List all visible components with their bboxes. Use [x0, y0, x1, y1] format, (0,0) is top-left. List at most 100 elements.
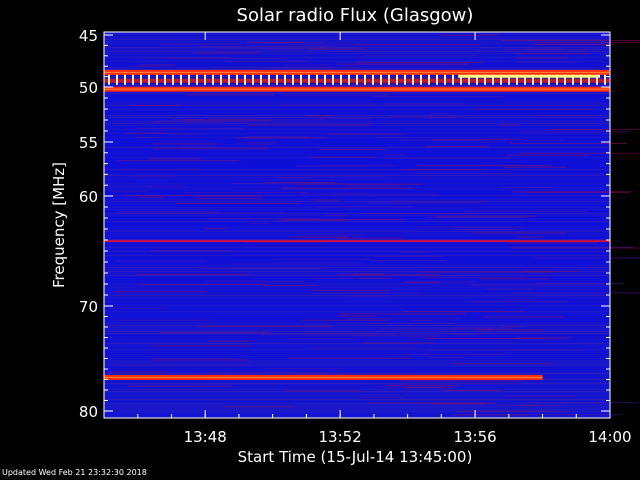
noise-row: [104, 351, 610, 352]
noise-streak: [289, 44, 355, 46]
x-tick-label: 14:00: [588, 428, 631, 446]
band-spike: [332, 74, 334, 85]
band-spike: [244, 74, 246, 85]
noise-streak: [509, 142, 628, 144]
noise-streak: [354, 62, 483, 64]
updated-timestamp: Updated Wed Feb 21 23:32:30 2018: [2, 468, 147, 477]
noise-streak: [401, 169, 482, 171]
noise-streak: [382, 342, 404, 344]
noise-row: [104, 249, 610, 250]
noise-streak: [265, 367, 344, 369]
noise-row: [104, 325, 610, 326]
noise-streak: [511, 349, 585, 351]
noise-streak: [249, 222, 270, 224]
noise-streak: [197, 45, 335, 47]
noise-streak: [205, 228, 226, 230]
noise-row: [104, 205, 610, 206]
noise-row: [104, 97, 610, 98]
noise-streak: [303, 332, 377, 334]
noise-streak: [285, 390, 363, 392]
noise-streak: [138, 196, 164, 198]
band-spike: [140, 74, 142, 85]
band-spike: [268, 74, 270, 85]
noise-streak: [261, 334, 398, 336]
noise-streak: [534, 257, 640, 259]
noise-streak: [232, 263, 364, 265]
noise-streak: [521, 131, 629, 133]
noise-streak: [159, 332, 271, 334]
noise-row: [104, 267, 610, 268]
noise-streak: [315, 206, 413, 208]
noise-streak: [153, 358, 237, 360]
band-spike: [348, 74, 350, 85]
noise-row: [104, 201, 610, 202]
noise-row: [104, 163, 610, 164]
band-spike: [412, 74, 414, 85]
noise-streak: [504, 396, 577, 398]
noise-streak: [153, 120, 270, 122]
x-tick-label: 13:56: [453, 428, 496, 446]
noise-row: [104, 145, 610, 146]
noise-row: [104, 231, 610, 232]
noise-streak: [536, 42, 640, 44]
band-spike: [116, 74, 118, 85]
noise-row: [104, 135, 610, 136]
noise-row: [104, 51, 610, 52]
noise-streak: [475, 329, 543, 331]
band-spike: [252, 74, 254, 85]
noise-streak: [115, 260, 207, 262]
noise-row: [104, 37, 610, 38]
noise-streak: [416, 226, 523, 228]
noise-streak: [480, 278, 549, 280]
noise-row: [104, 177, 610, 178]
noise-streak: [498, 187, 552, 189]
band-spike: [228, 74, 230, 85]
band-spike: [108, 74, 110, 85]
noise-streak: [516, 53, 590, 55]
noise-streak: [309, 175, 390, 177]
noise-streak: [430, 113, 451, 115]
noise-streak: [299, 234, 364, 236]
noise-streak: [382, 157, 512, 159]
noise-streak: [376, 137, 406, 139]
noise-row: [104, 217, 610, 218]
noise-row: [104, 321, 610, 322]
noise-streak: [367, 202, 481, 204]
noise-streak: [150, 250, 233, 252]
noise-streak: [501, 325, 523, 327]
noise-streak: [354, 44, 481, 46]
noise-streak: [485, 288, 531, 290]
noise-streak: [178, 146, 218, 148]
noise-streak: [285, 64, 330, 66]
noise-streak: [336, 315, 377, 317]
noise-streak: [386, 353, 508, 355]
noise-streak: [316, 292, 419, 294]
noise-streak: [277, 219, 349, 221]
noise-streak: [385, 154, 406, 156]
noise-streak: [531, 44, 614, 46]
noise-row: [104, 181, 610, 182]
noise-streak: [222, 406, 294, 408]
noise-streak: [389, 200, 485, 202]
noise-streak: [359, 212, 474, 214]
band-core: [104, 88, 610, 90]
noise-streak: [474, 108, 593, 110]
noise-streak: [151, 359, 249, 361]
noise-streak: [455, 410, 569, 412]
band-spike: [292, 74, 294, 85]
noise-row: [104, 65, 610, 66]
noise-streak: [147, 158, 201, 160]
noise-streak: [319, 118, 371, 120]
noise-streak: [479, 164, 522, 166]
noise-row: [104, 33, 610, 34]
band-spike: [308, 74, 310, 85]
noise-streak: [205, 280, 305, 282]
noise-streak: [287, 236, 349, 238]
noise-row: [104, 341, 610, 342]
x-tick-label: 13:52: [319, 428, 362, 446]
noise-streak: [140, 121, 224, 123]
band-spike: [428, 74, 430, 85]
noise-streak: [281, 95, 387, 97]
noise-streak: [427, 117, 455, 119]
noise-row: [104, 389, 610, 390]
